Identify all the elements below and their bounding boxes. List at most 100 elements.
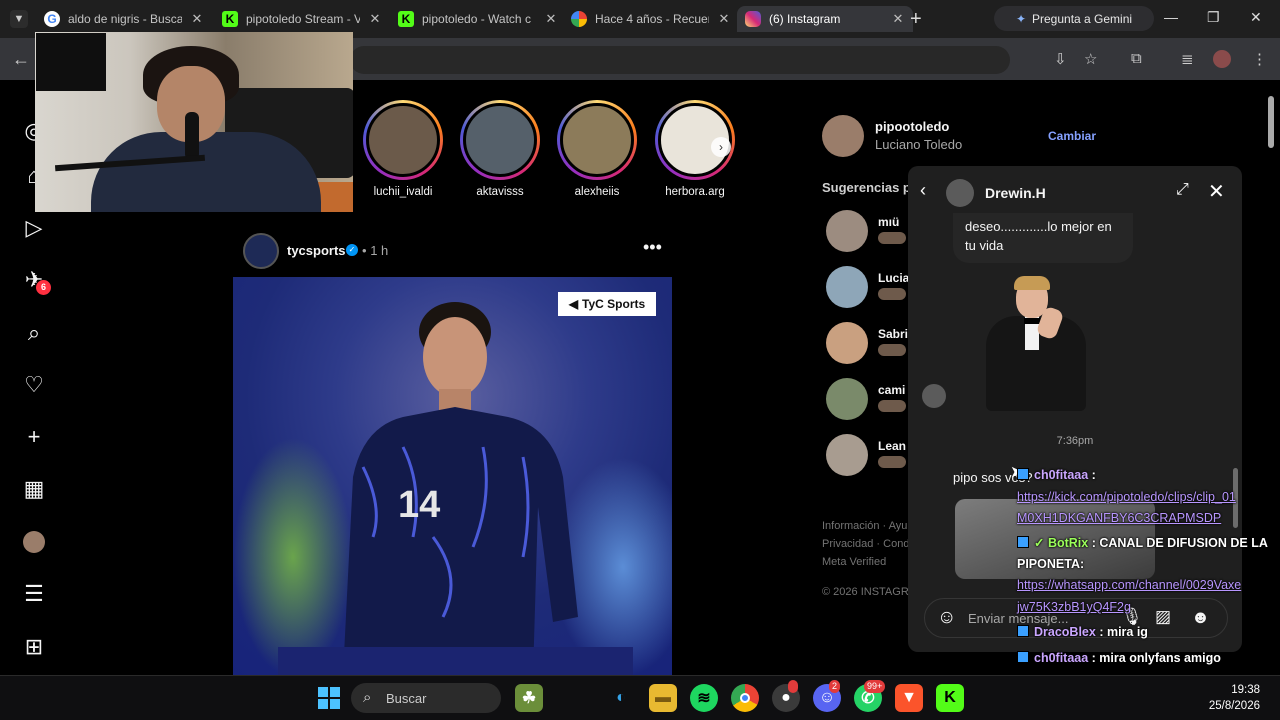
account-avatar[interactable] — [822, 115, 864, 157]
bookmark-star-icon[interactable]: ☆ — [1084, 50, 1097, 68]
suggestion-item[interactable]: Sabri — [826, 322, 908, 366]
new-tab-icon[interactable]: + — [910, 8, 922, 31]
contact-avatar[interactable] — [946, 179, 974, 207]
create-icon[interactable]: + — [21, 424, 47, 450]
tab-title: Hace 4 años - Recuer — [595, 12, 709, 26]
spotify-icon[interactable]: ≋ — [690, 684, 718, 712]
page-scrollbar[interactable] — [1266, 90, 1274, 668]
install-app-icon[interactable]: ⇩ — [1054, 50, 1067, 68]
footer-link[interactable]: Información · Ayu — [822, 517, 909, 535]
profile-avatar[interactable] — [21, 529, 47, 555]
file-explorer-icon[interactable]: ▬ — [649, 684, 677, 712]
image-icon[interactable]: ▨ — [1155, 607, 1171, 627]
suggestions-title: Sugerencias pa — [822, 180, 919, 195]
footer-link[interactable]: Meta Verified — [822, 553, 909, 571]
obs-recording-dot — [788, 680, 798, 693]
contact-name[interactable]: Drewin.H — [985, 185, 1046, 201]
tyc-sports-watermark: ◀ TyC Sports — [558, 292, 656, 316]
brave-icon[interactable]: ▼ — [895, 684, 923, 712]
clapping-gif-sticker — [978, 276, 1093, 411]
system-clock[interactable]: 19:38 25/8/2026 — [1200, 682, 1260, 714]
tab-google-photos[interactable]: Hace 4 años - Recuer ✕ — [563, 6, 739, 32]
sticker-icon[interactable]: ☻ — [1191, 607, 1210, 628]
extensions-icon[interactable]: ⧉ — [1131, 50, 1142, 67]
kick-badge-icon — [1017, 625, 1029, 637]
footer-link[interactable]: Privacidad · Cond — [822, 535, 909, 553]
dashboard-icon[interactable]: ▦ — [21, 476, 47, 502]
reels-icon[interactable]: ▷ — [21, 215, 47, 241]
tab-google-search[interactable]: G aldo de nigris - Buscar ✕ — [36, 6, 212, 32]
mutual-avatars — [878, 288, 906, 300]
chrome-icon[interactable] — [731, 684, 759, 712]
tab-instagram[interactable]: (6) Instagram ✕ — [737, 6, 913, 32]
switch-account-link[interactable]: Cambiar — [1048, 129, 1096, 143]
windows-start-icon[interactable] — [318, 687, 340, 709]
suggestion-avatar[interactable] — [826, 266, 868, 308]
more-menu-icon[interactable]: ☰ — [21, 581, 47, 607]
close-tab-icon[interactable]: ✕ — [717, 11, 731, 27]
microphone-prop — [185, 112, 199, 160]
suggestion-name[interactable]: Sabri — [878, 327, 908, 341]
close-tab-icon[interactable]: ✕ — [544, 11, 558, 27]
chat-message-line: https://whatsapp.com/channel/0029Vaxe — [1017, 578, 1242, 592]
post-username[interactable]: tycsports — [287, 243, 346, 258]
story-username: aktavisss — [476, 186, 524, 198]
post-image[interactable]: 14 ◀ TyC Sports — [233, 277, 672, 675]
tab-search-chevron-icon[interactable]: ▼ — [10, 10, 28, 28]
story-avatar — [366, 103, 440, 177]
widgets-icon[interactable]: ☘ — [515, 684, 543, 712]
verified-badge-icon: ✓ — [346, 244, 358, 256]
mutual-avatars — [878, 344, 906, 356]
stories-next-chevron-icon[interactable]: › — [711, 137, 731, 157]
heart-icon[interactable]: ♡ — [21, 372, 47, 398]
media-controls-icon[interactable]: ≣ — [1181, 50, 1194, 68]
suggestion-avatar[interactable] — [826, 378, 868, 420]
suggestion-item[interactable]: mıü — [826, 210, 906, 254]
gemini-button[interactable]: ✦ Pregunta a Gemini — [994, 6, 1154, 31]
taskbar-search[interactable]: ⌕ Buscar — [351, 683, 501, 713]
taskbar-search-placeholder[interactable]: Buscar — [386, 691, 426, 706]
suggestion-name[interactable]: cami — [878, 383, 905, 397]
suggestion-avatar[interactable] — [826, 434, 868, 476]
chrome-menu-icon[interactable]: ⋮ — [1252, 50, 1267, 68]
suggestion-item[interactable]: Lean — [826, 434, 906, 478]
story-item[interactable]: luchii_ivaldi — [358, 100, 448, 198]
suggestion-item[interactable]: cami — [826, 378, 906, 422]
emoji-icon[interactable]: ☺ — [937, 607, 956, 629]
close-tab-icon[interactable]: ✕ — [190, 11, 204, 27]
suggestion-name[interactable]: Lucia — [878, 271, 909, 285]
close-window-icon[interactable]: ✕ — [1250, 9, 1262, 26]
post-author-avatar[interactable] — [243, 233, 279, 269]
close-tab-icon[interactable]: ✕ — [891, 11, 905, 27]
back-arrow-icon[interactable]: ← — [12, 49, 30, 70]
search-icon[interactable]: ⌕ — [21, 320, 47, 346]
close-tab-icon[interactable]: ✕ — [368, 11, 382, 27]
mutual-avatars — [878, 400, 906, 412]
message-bubble: deseo.............lo mejor en tu vida — [953, 213, 1133, 263]
suggestion-avatar[interactable] — [826, 322, 868, 364]
threads-icon[interactable]: ⊞ — [21, 634, 47, 660]
suggestion-avatar[interactable] — [826, 210, 868, 252]
chrome-profile-avatar[interactable] — [1213, 50, 1231, 68]
maximize-icon[interactable]: ❐ — [1207, 9, 1220, 26]
instagram-favicon-icon — [745, 11, 761, 27]
close-icon[interactable]: ✕ — [1208, 179, 1225, 204]
suggestion-name[interactable]: mıü — [878, 215, 899, 229]
address-bar[interactable] — [350, 46, 1010, 74]
story-item[interactable]: aktavisss — [455, 100, 545, 198]
suggestion-name[interactable]: Lean — [878, 439, 906, 453]
page-scrollbar-thumb[interactable] — [1268, 96, 1274, 148]
story-item[interactable]: alexheiis — [552, 100, 642, 198]
account-username[interactable]: pipootoledo — [875, 119, 949, 134]
kick-app-icon[interactable]: K — [936, 684, 964, 712]
kick-badge-icon — [1017, 651, 1029, 663]
suggestion-item[interactable]: Lucia — [826, 266, 909, 310]
chat-message: ch0fitaaa : mira onlyfans amigo — [1017, 648, 1221, 669]
more-options-icon[interactable]: ••• — [643, 237, 662, 258]
minimize-icon[interactable]: — — [1164, 9, 1178, 25]
expand-icon[interactable]: ⤢ — [1176, 181, 1189, 199]
tab-kick-stream[interactable]: K pipotoledo Stream - V ✕ — [214, 6, 390, 32]
edge-icon[interactable]: ◐ — [607, 684, 635, 712]
back-chevron-icon[interactable]: ‹ — [920, 180, 926, 201]
tab-kick-watch[interactable]: K pipotoledo - Watch c ✕ — [390, 6, 566, 32]
